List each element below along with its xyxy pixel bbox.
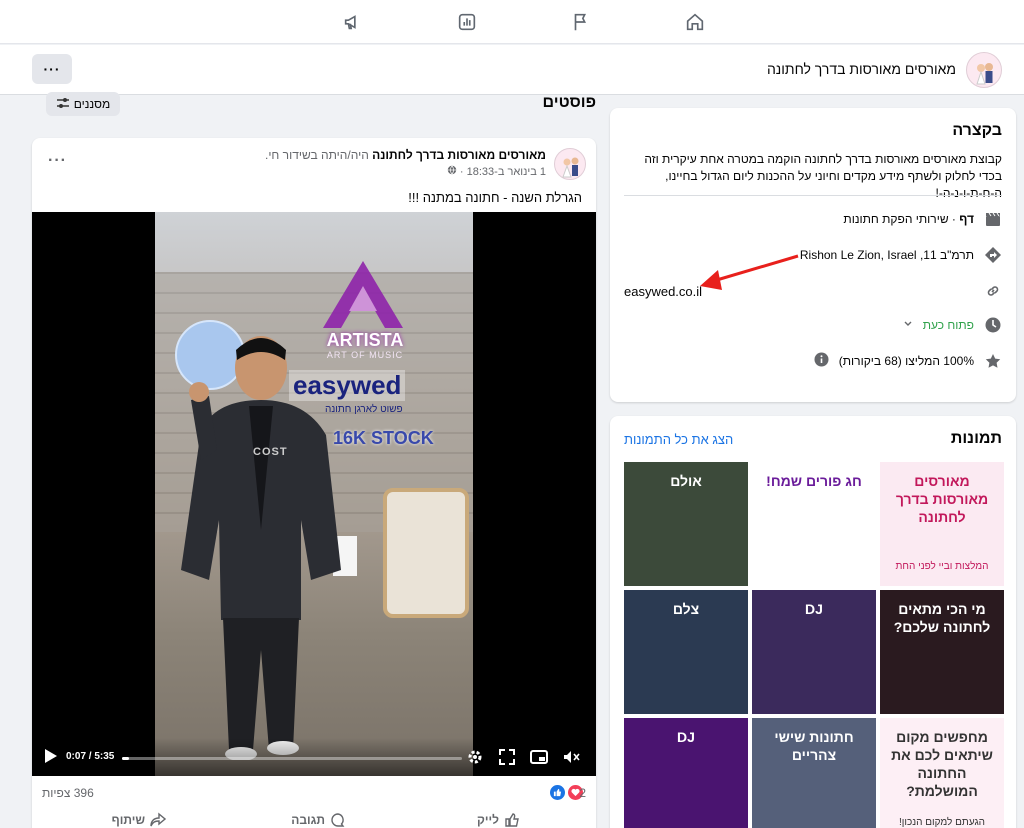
photo-tile-label: אולם <box>670 473 702 489</box>
insights-icon[interactable] <box>454 9 480 35</box>
post-card: מאורסים מאורסות בדרך לחתונה היה/היתה בשי… <box>32 138 596 828</box>
photo-tile-label: מי הכי מתאים לחתונה שלכם? <box>893 601 991 635</box>
post-more-button[interactable]: ··· <box>48 152 67 170</box>
photos-card: תמונות הצג את כל התמונות מאורסים מאורסות… <box>610 416 1016 828</box>
reaction-count: 2 <box>579 785 586 800</box>
star-icon <box>984 352 1002 370</box>
filters-button[interactable]: מסננים <box>46 92 120 116</box>
comment-label: תגובה <box>291 813 325 827</box>
photo-tile-subtitle: הגעתם למקום הנכון! <box>898 817 986 828</box>
like-reaction-icon <box>550 785 566 800</box>
photo-tile[interactable]: אולם <box>624 462 748 586</box>
post-date: 1 בינואר ב-18:33 · <box>459 166 546 178</box>
photo-tile-label: DJ <box>677 729 695 745</box>
divider <box>624 195 1002 196</box>
photo-tile[interactable]: מחפשים מקום שיתאים לכם את החתונה המושלמת… <box>880 718 1004 828</box>
red-arrow-annotation <box>700 254 799 290</box>
category-text[interactable]: · שירותי הפקת חתונות <box>843 212 956 226</box>
photos-title: תמונות <box>950 430 1002 447</box>
photo-tile[interactable]: DJ <box>624 718 748 828</box>
post-stats: 396 צפיות 2 <box>32 782 596 802</box>
video-progress-fill <box>122 757 130 760</box>
see-all-photos-link[interactable]: הצג את כל התמונות <box>624 432 733 447</box>
photo-tile[interactable]: מאורסים מאורסות בדרך לחתונה המלצות וביי ל… <box>880 462 1004 586</box>
mute-icon[interactable] <box>562 748 580 766</box>
post-caption: הגרלת השנה - חתונה במתנה !!! <box>408 190 582 205</box>
post-author: מאורסים מאורסות בדרך לחתונה היה/היתה בשי… <box>265 148 546 162</box>
rating-text[interactable]: 100% המליצו (68 ביקורות) <box>839 354 974 368</box>
photo-tile[interactable]: חתונות שישי צהריים <box>752 718 876 828</box>
fullscreen-icon[interactable] <box>498 748 516 766</box>
photo-tile[interactable]: צלם <box>624 590 748 714</box>
intro-card: בקצרה קבוצת מאורסים מאורסות בדרך לחתונה … <box>610 108 1016 402</box>
play-icon[interactable] <box>44 748 58 764</box>
photo-tile[interactable]: חג פורים שמח! <box>752 462 876 586</box>
person-figure <box>181 336 341 760</box>
view-count[interactable]: 396 צפיות <box>42 786 94 800</box>
comment-icon <box>331 813 345 827</box>
thumbs-up-icon <box>505 813 519 827</box>
video-frame: ARTISTA ART OF MUSIC easywed פשוט לארגן … <box>155 212 473 776</box>
megaphone-icon[interactable] <box>340 9 366 35</box>
photo-tile-subtitle: המלצות וביי לפני החת <box>895 561 989 572</box>
chair <box>383 488 469 618</box>
like-button[interactable]: לייק <box>477 812 520 828</box>
clapperboard-icon <box>984 210 1002 228</box>
category-row: דף · שירותי הפקת חתונות <box>843 210 1002 228</box>
website-icon-row <box>984 282 1002 300</box>
address-row: תרמ"ב 11, Rishon Le Zion, Israel <box>800 246 1002 264</box>
rating-row: 100% המליצו (68 ביקורות) <box>814 352 1002 370</box>
page-name[interactable]: מאורסים מאורסות בדרך לחתונה <box>767 61 956 77</box>
photo-tile[interactable]: מי הכי מתאים לחתונה שלכם? <box>880 590 1004 714</box>
posts-title: פוסטים <box>542 94 596 111</box>
share-button[interactable]: שיתוף <box>112 812 166 828</box>
home-icon[interactable] <box>682 9 708 35</box>
photo-tile-label: מאורסים מאורסות בדרך לחתונה <box>895 473 989 525</box>
photo-tile-label: צלם <box>672 601 700 617</box>
directions-icon <box>984 246 1002 264</box>
address-text[interactable]: תרמ"ב 11, Rishon Le Zion, Israel <box>800 248 974 262</box>
comment-button[interactable]: תגובה <box>291 812 346 828</box>
filters-label: מסננים <box>73 97 111 111</box>
share-label: שיתוף <box>111 813 145 827</box>
hours-row[interactable]: פתוח כעת <box>903 316 1002 334</box>
hours-status: פתוח כעת <box>922 318 974 332</box>
page-avatar[interactable] <box>966 52 1002 88</box>
video-progress-bar[interactable] <box>122 757 462 760</box>
post-author-avatar[interactable] <box>554 148 586 180</box>
category-prefix: דף <box>959 212 974 226</box>
clock-icon <box>984 316 1002 334</box>
reactions-summary[interactable]: 2 <box>550 785 586 800</box>
page-header: ··· מאורסים מאורסות בדרך לחתונה <box>0 45 1024 95</box>
photo-tile-label: חתונות שישי צהריים <box>774 729 854 763</box>
shirt-print: COST <box>253 446 288 458</box>
post-timestamp[interactable]: 1 בינואר ב-18:33 · <box>447 165 546 178</box>
intro-title: בקצרה <box>952 122 1002 139</box>
photo-tile-label: מחפשים מקום שיתאים לכם את החתונה המושלמת… <box>891 729 993 799</box>
photo-tile-label: חג פורים שמח! <box>766 473 862 489</box>
photo-tile-label: DJ <box>805 601 823 617</box>
video-time: 0:07 / 5:35 <box>66 751 115 762</box>
video-controls: 0:07 / 5:35 <box>32 738 596 776</box>
post-actions: לייק תגובה שיתוף <box>32 808 596 828</box>
photo-grid: מאורסים מאורסות בדרך לחתונה המלצות וביי ל… <box>622 462 1004 828</box>
more-options-button[interactable]: ··· <box>32 54 72 84</box>
chevron-down-icon <box>903 318 913 332</box>
flag-icon[interactable] <box>568 9 594 35</box>
like-label: לייק <box>477 813 499 827</box>
posts-header: פוסטים מסננים <box>32 90 596 120</box>
video-player[interactable]: ARTISTA ART OF MUSIC easywed פשוט לארגן … <box>32 212 596 776</box>
post-author-status: היה/היתה בשידור חי. <box>264 148 369 162</box>
post-author-name[interactable]: מאורסים מאורסות בדרך לחתונה <box>372 148 546 162</box>
top-navigation <box>0 0 1024 44</box>
share-icon <box>150 812 166 827</box>
filters-icon <box>56 97 70 112</box>
photo-tile[interactable]: DJ <box>752 590 876 714</box>
link-icon <box>984 282 1002 300</box>
picture-in-picture-icon[interactable] <box>530 748 548 766</box>
settings-icon[interactable] <box>466 748 484 766</box>
info-icon[interactable] <box>814 352 829 370</box>
globe-icon <box>447 165 457 178</box>
